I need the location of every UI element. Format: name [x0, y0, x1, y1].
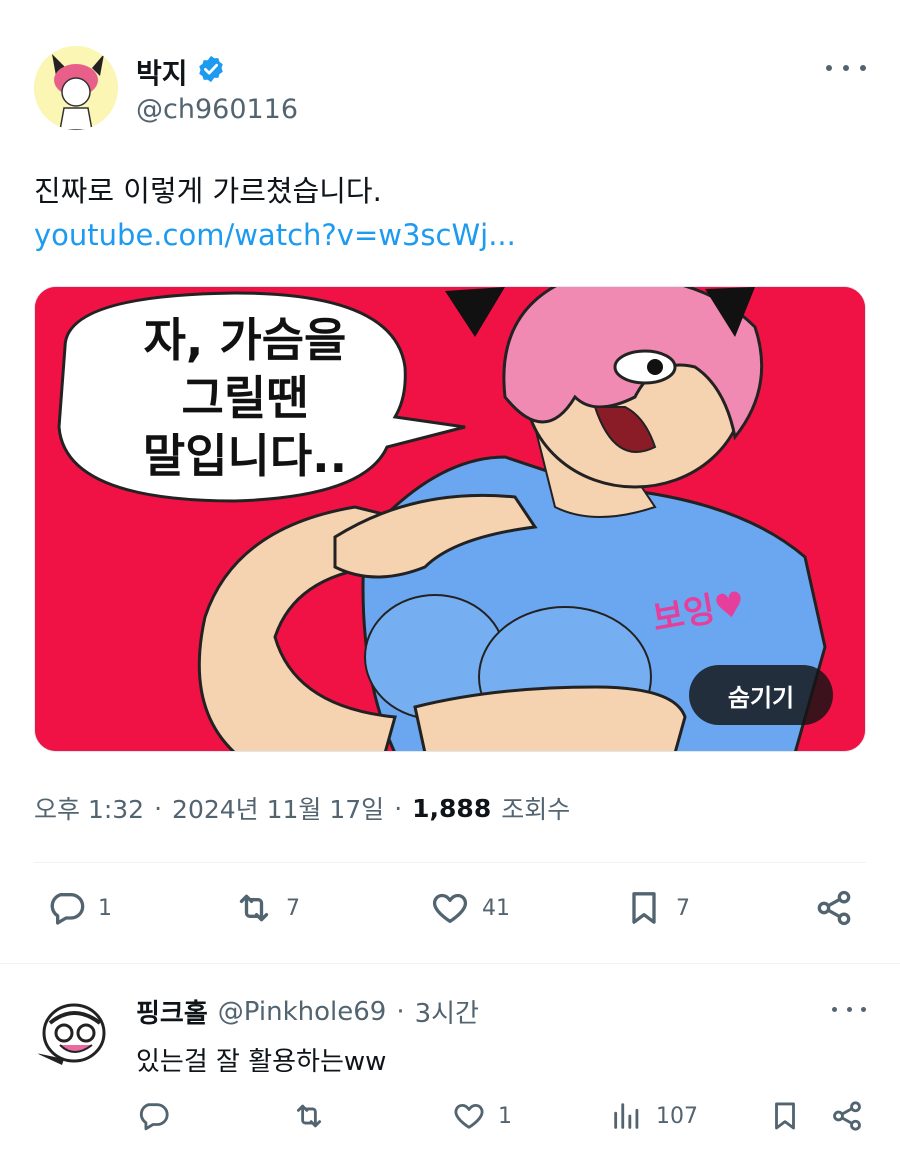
- reply-like-button[interactable]: 1: [452, 1099, 512, 1133]
- tweet-date[interactable]: 2024년 11월 17일: [172, 790, 384, 826]
- reply-avatar[interactable]: [34, 993, 118, 1077]
- like-count: 41: [482, 895, 510, 921]
- share-icon: [833, 1101, 861, 1131]
- reply-header: 핑크홀 @Pinkhole69 · 3시간: [136, 993, 479, 1030]
- views-icon: [614, 1103, 639, 1129]
- more-icon[interactable]: [832, 1001, 866, 1017]
- bookmark-button[interactable]: 7: [624, 888, 690, 928]
- bookmark-count: 7: [676, 895, 690, 921]
- bookmark-icon: [775, 1102, 795, 1130]
- bookmark-icon: [632, 892, 656, 924]
- reply-tweet[interactable]: 핑크홀 @Pinkhole69 · 3시간 있는걸 잘 활용하는ww 1 107: [34, 985, 866, 1165]
- meta-separator: ·: [154, 793, 163, 823]
- reply-icon: [50, 893, 85, 925]
- reply-icon: [139, 1103, 169, 1131]
- reply-count: 1: [98, 895, 112, 921]
- share-icon: [817, 890, 851, 926]
- reply-retweet-button[interactable]: [292, 1099, 326, 1133]
- reply-text: 있는걸 잘 활용하는ww: [136, 1047, 387, 1077]
- reply-reply-button[interactable]: [136, 1099, 170, 1133]
- tweet-actions: 1 7 41 7: [34, 888, 866, 940]
- author-name[interactable]: 박지: [136, 52, 226, 92]
- reply-like-count: 1: [498, 1103, 512, 1129]
- reply-button[interactable]: 1: [46, 888, 112, 928]
- reply-bookmark-button[interactable]: [768, 1099, 802, 1133]
- retweet-icon: [239, 894, 269, 922]
- author-avatar[interactable]: [34, 46, 118, 130]
- tweet-time[interactable]: 오후 1:32: [34, 790, 144, 826]
- like-icon: [454, 1103, 484, 1129]
- author-handle[interactable]: @ch960116: [136, 94, 298, 125]
- retweet-count: 7: [286, 895, 300, 921]
- hide-media-button[interactable]: 숨기기: [689, 665, 833, 725]
- views-count: 1,888: [412, 793, 492, 823]
- retweet-button[interactable]: 7: [234, 888, 300, 928]
- reply-separator: ·: [396, 996, 405, 1027]
- speech-line: 말입니다..: [142, 429, 348, 483]
- verified-badge-icon: [196, 54, 226, 91]
- like-icon: [432, 893, 468, 923]
- speech-line: 자, 가슴을: [143, 313, 347, 367]
- reply-share-button[interactable]: [830, 1099, 864, 1133]
- speech-line: 그릴땐: [181, 371, 309, 425]
- divider: [0, 963, 900, 964]
- tweet-header: 박지 @ch960116: [34, 46, 866, 136]
- reply-author-name[interactable]: 핑크홀: [136, 993, 208, 1030]
- reply-views-button[interactable]: 107: [610, 1099, 698, 1133]
- author-name-text[interactable]: 박지: [136, 52, 188, 92]
- divider: [34, 862, 866, 863]
- reply-time[interactable]: 3시간: [415, 993, 479, 1030]
- reply-actions: 1 107: [136, 1099, 866, 1143]
- share-button[interactable]: [814, 888, 854, 928]
- tweet-meta: 오후 1:32 · 2024년 11월 17일 · 1,888 조회수: [34, 790, 570, 826]
- tweet-link[interactable]: youtube.com/watch?v=w3scWj...: [34, 218, 516, 252]
- speech-bubble-text: 자, 가슴을 그릴땐 말입니다..: [95, 311, 395, 485]
- tweet-text: 진짜로 이렇게 가르쳤습니다.: [34, 174, 382, 208]
- retweet-icon: [296, 1104, 322, 1128]
- tweet-media-image[interactable]: 보잉♥ 자, 가슴을 그릴땐 말입니다.. 숨기기: [34, 286, 866, 752]
- reply-author-handle[interactable]: @Pinkhole69: [218, 997, 387, 1027]
- meta-separator: ·: [394, 793, 403, 823]
- more-icon[interactable]: [826, 58, 866, 78]
- reply-views-count: 107: [656, 1103, 698, 1129]
- views-label: 조회수: [501, 795, 571, 824]
- like-button[interactable]: 41: [430, 888, 510, 928]
